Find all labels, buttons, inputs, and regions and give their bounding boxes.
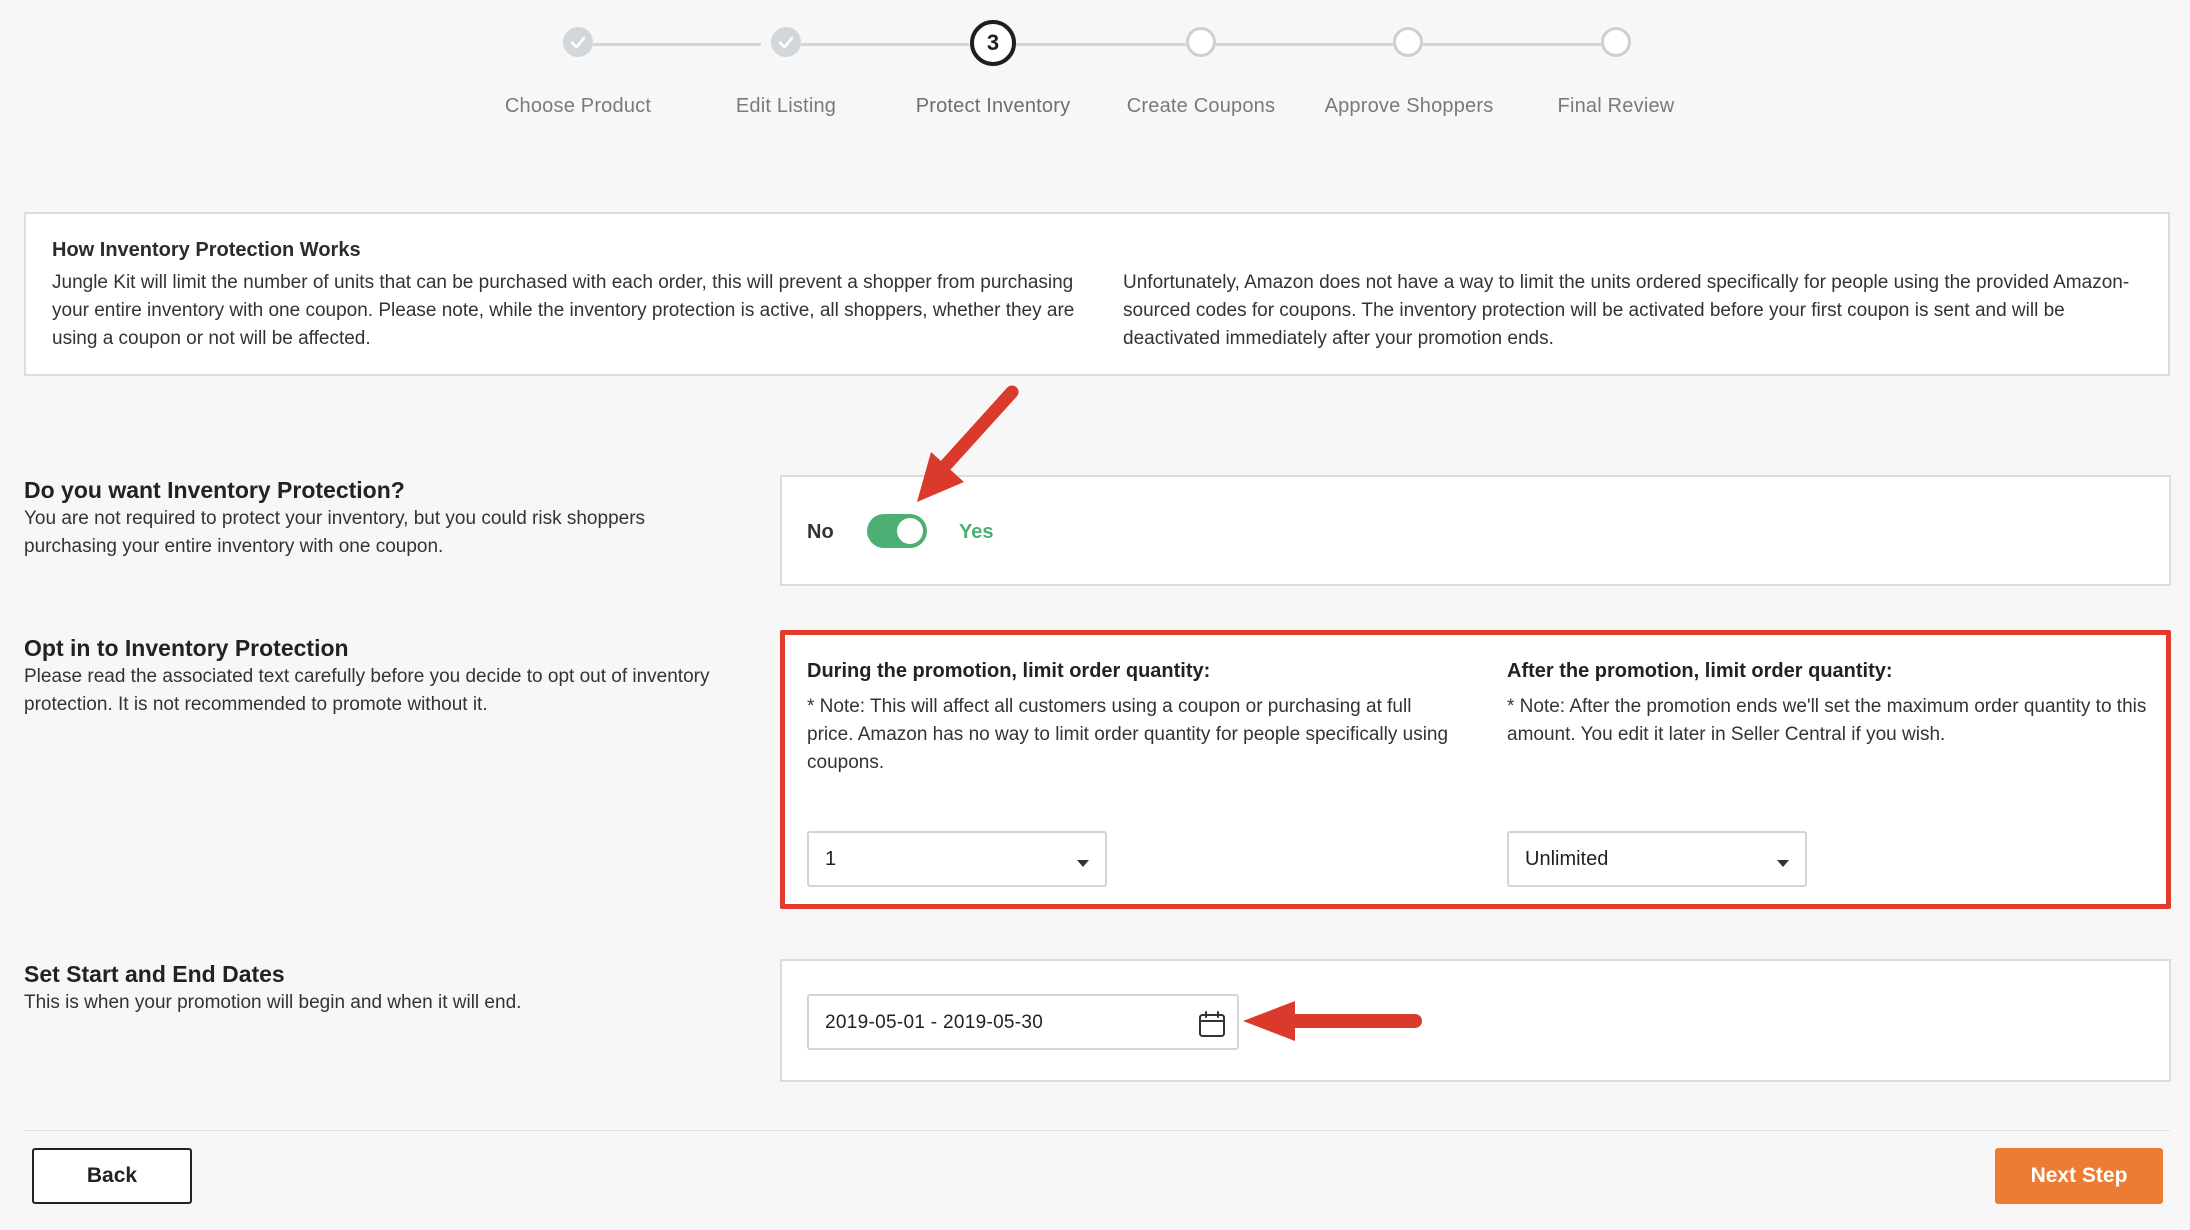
during-limit-value: 1 — [825, 848, 837, 870]
during-promotion-column: During the promotion, limit order quanti… — [807, 660, 1457, 777]
annotation-arrow-dates — [1243, 1000, 1422, 1041]
inventory-protection-info-box: How Inventory Protection Works Jungle Ki… — [24, 212, 2170, 376]
annotation-arrow-toggle — [917, 385, 1019, 502]
step-connector — [593, 43, 761, 46]
protection-section-description: You are not required to protect your inv… — [24, 508, 646, 557]
dates-section-title: Set Start and End Dates — [24, 961, 285, 987]
info-text-left: Jungle Kit will limit the number of unit… — [52, 272, 1075, 349]
footer-divider — [24, 1130, 2170, 1131]
caret-down-icon — [1077, 860, 1089, 867]
info-text-right: Unfortunately, Amazon does not have a wa… — [1123, 272, 2130, 349]
opt-in-section-description: Please read the associated text carefull… — [24, 666, 710, 715]
after-limit-note: * Note: After the promotion ends we'll s… — [1507, 696, 2147, 745]
date-range-input[interactable]: 2019-05-01 - 2019-05-30 — [807, 994, 1239, 1050]
check-icon — [570, 36, 586, 49]
after-limit-select[interactable]: Unlimited — [1507, 831, 1807, 887]
step-6-pending — [1601, 27, 1631, 57]
step-label-edit-listing[interactable]: Edit Listing — [676, 95, 896, 118]
toggle-knob — [897, 518, 923, 544]
info-title: How Inventory Protection Works — [52, 239, 361, 261]
step-number: 3 — [986, 30, 1000, 55]
date-range-panel: 2019-05-01 - 2019-05-30 — [780, 959, 2171, 1082]
inventory-protection-toggle[interactable] — [867, 514, 927, 548]
step-label-choose-product[interactable]: Choose Product — [468, 95, 688, 118]
after-limit-title: After the promotion, limit order quantit… — [1507, 660, 1893, 682]
next-step-button[interactable]: Next Step — [1995, 1148, 2163, 1204]
during-limit-note: * Note: This will affect all customers u… — [807, 696, 1449, 773]
progress-stepper: 3 Choose Product Edit Listing Protect In… — [0, 0, 2190, 140]
opt-in-section-title: Opt in to Inventory Protection — [24, 635, 349, 661]
step-label-create-coupons: Create Coupons — [1126, 95, 1276, 117]
step-connector — [801, 43, 969, 46]
calendar-icon[interactable] — [1197, 1009, 1227, 1039]
caret-down-icon — [1777, 860, 1789, 867]
during-limit-title: During the promotion, limit order quanti… — [807, 660, 1211, 682]
step-3-current: 3 — [970, 20, 1016, 66]
dates-section-description: This is when your promotion will begin a… — [24, 992, 522, 1013]
date-range-value: 2019-05-01 - 2019-05-30 — [825, 1012, 1044, 1033]
step-4-pending — [1186, 27, 1216, 57]
step-connector — [1423, 43, 1601, 46]
step-label-protect-inventory: Protect Inventory — [915, 95, 1071, 117]
step-label-final-review: Final Review — [1557, 95, 1675, 117]
after-promotion-column: After the promotion, limit order quantit… — [1507, 660, 2157, 749]
step-5-pending — [1393, 27, 1423, 57]
step-label-approve-shoppers: Approve Shoppers — [1324, 95, 1494, 117]
step-2-done[interactable] — [771, 27, 801, 57]
toggle-no-label: No — [807, 521, 834, 543]
order-limit-panel: During the promotion, limit order quanti… — [780, 630, 2171, 909]
after-limit-value: Unlimited — [1525, 848, 1609, 870]
toggle-yes-label: Yes — [959, 521, 994, 543]
step-1-done[interactable] — [563, 27, 593, 57]
back-button[interactable]: Back — [32, 1148, 192, 1204]
during-limit-select[interactable]: 1 — [807, 831, 1107, 887]
step-connector — [1216, 43, 1393, 46]
check-icon — [778, 36, 794, 49]
protection-section-title: Do you want Inventory Protection? — [24, 477, 405, 503]
step-connector — [1016, 43, 1186, 46]
